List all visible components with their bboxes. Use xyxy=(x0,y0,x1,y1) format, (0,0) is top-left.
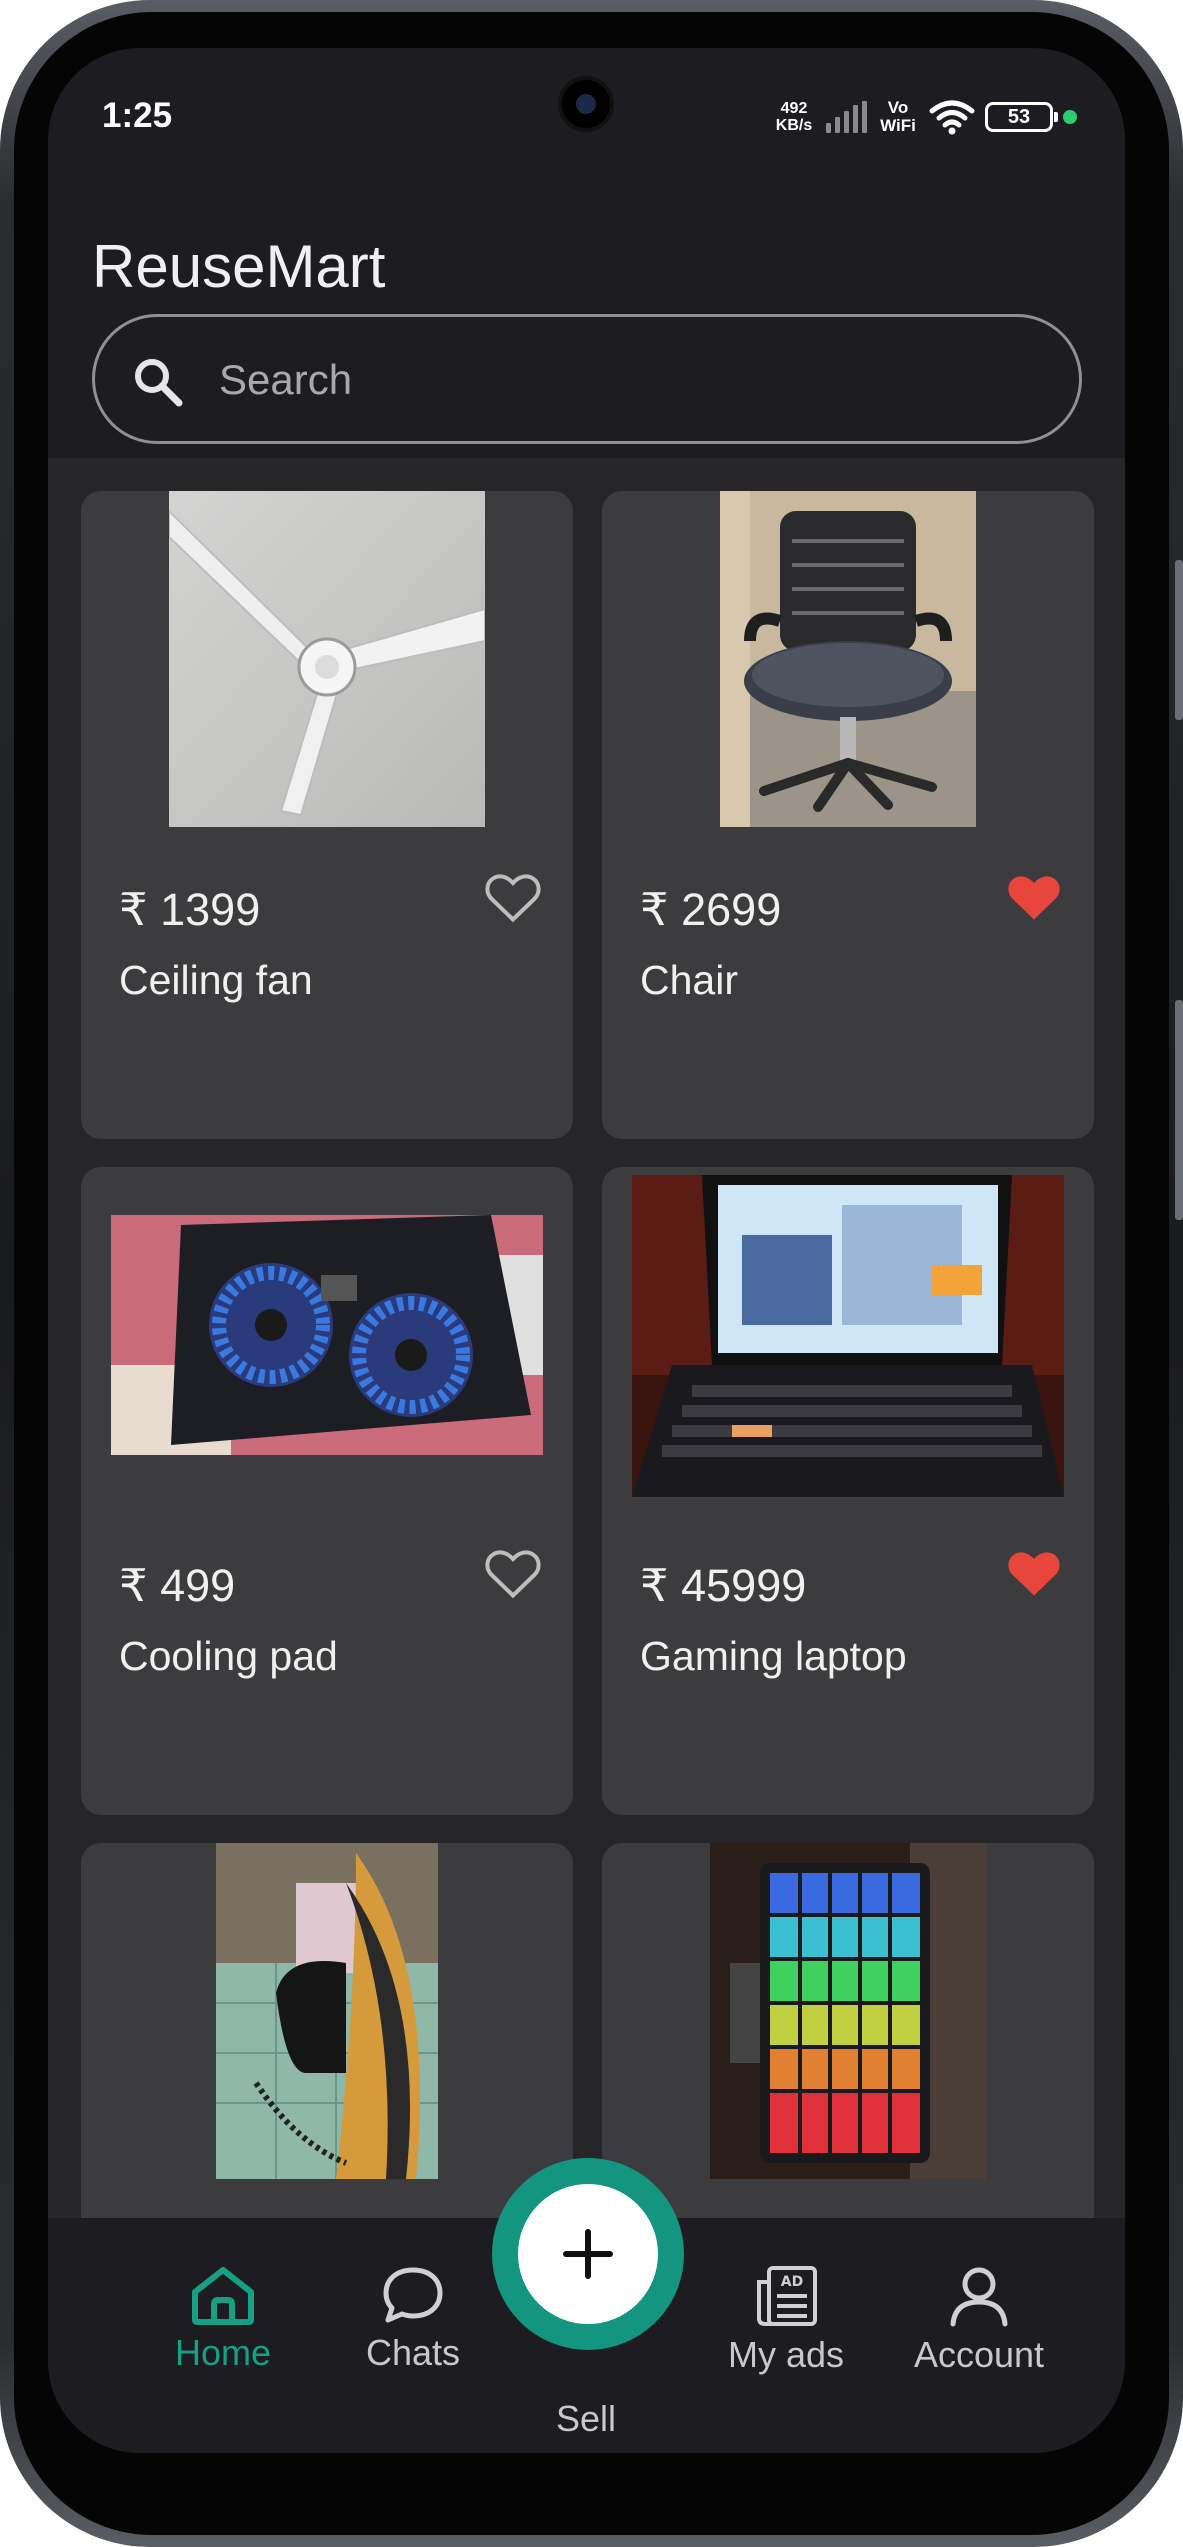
network-speed-value: 492 xyxy=(780,100,808,117)
home-icon xyxy=(192,2267,254,2325)
vowifi-top: Vo xyxy=(887,98,909,117)
search-input[interactable] xyxy=(219,347,1019,413)
volume-button xyxy=(1175,560,1183,720)
nav-chats[interactable]: Chats xyxy=(328,2264,498,2384)
product-title: Chair xyxy=(640,957,738,1003)
product-image xyxy=(216,1843,438,2179)
product-card-cooling-pad[interactable]: ₹ 499 Cooling pad xyxy=(81,1167,573,1815)
product-image xyxy=(720,491,976,827)
product-card-gaming-laptop[interactable]: ₹ 45999 Gaming laptop xyxy=(602,1167,1094,1815)
search-bar[interactable] xyxy=(92,314,1082,444)
product-card-ceiling-fan[interactable]: ₹ 1399 Ceiling fan xyxy=(81,491,573,1139)
product-price: ₹ 1399 xyxy=(119,884,261,935)
product-title: Gaming laptop xyxy=(640,1633,907,1679)
product-image xyxy=(710,1843,986,2179)
heart-filled-icon[interactable] xyxy=(1004,1545,1064,1601)
svg-text:AD: AD xyxy=(781,2274,803,2290)
signal-icon xyxy=(826,101,867,133)
nav-my-ads-label: My ads xyxy=(727,2334,845,2375)
network-speed-unit: KB/s xyxy=(775,117,813,134)
product-card-chair[interactable]: ₹ 2699 Chair xyxy=(602,491,1094,1139)
product-image xyxy=(169,491,485,827)
heart-outline-icon[interactable] xyxy=(483,869,543,925)
nav-home[interactable]: Home xyxy=(138,2264,308,2384)
status-icons: 492 KB/s Vo WiFi 53 xyxy=(772,92,1077,142)
status-time: 1:25 xyxy=(102,96,173,135)
vowifi-indicator: Vo WiFi xyxy=(877,99,919,135)
screen: 1:25 492 KB/s Vo WiFi 53 ReuseMart Searc… xyxy=(48,48,1125,2453)
sell-button[interactable] xyxy=(492,2158,684,2350)
nav-sell-label[interactable]: Sell xyxy=(511,2398,661,2440)
privacy-indicator-dot xyxy=(1063,110,1077,124)
product-title: Cooling pad xyxy=(119,1633,338,1679)
app-title: ReuseMart xyxy=(92,233,386,300)
network-speed: 492 KB/s xyxy=(772,100,816,134)
nav-my-ads[interactable]: AD My ads xyxy=(701,2264,871,2384)
nav-account-label: Account xyxy=(913,2334,1045,2375)
ads-newspaper-icon: AD xyxy=(757,2266,817,2326)
product-card-keyboard[interactable] xyxy=(602,1843,1094,2218)
nav-account[interactable]: Account xyxy=(894,2264,1064,2384)
product-grid: ₹ 1399 Ceiling fan ₹ 2699 Chair ₹ 499 Co… xyxy=(48,458,1125,2218)
product-card-iron[interactable] xyxy=(81,1843,573,2218)
app-header: ReuseMart xyxy=(48,188,1125,458)
wifi-icon xyxy=(929,99,975,135)
product-price: ₹ 499 xyxy=(119,1560,236,1611)
chat-bubble-icon xyxy=(383,2267,443,2323)
heart-filled-icon[interactable] xyxy=(1004,869,1064,925)
product-image xyxy=(111,1215,543,1455)
power-button xyxy=(1175,1000,1183,1220)
product-price: ₹ 45999 xyxy=(640,1560,807,1611)
plus-icon xyxy=(563,2229,613,2279)
nav-home-label: Home xyxy=(174,2332,272,2373)
vowifi-bottom: WiFi xyxy=(880,116,916,135)
battery-icon: 53 xyxy=(985,102,1058,132)
nav-chats-label: Chats xyxy=(365,2332,461,2373)
product-image xyxy=(632,1175,1064,1497)
front-camera xyxy=(558,76,614,132)
search-icon xyxy=(135,359,183,407)
status-bar: 1:25 492 KB/s Vo WiFi 53 xyxy=(48,48,1125,188)
account-person-icon xyxy=(950,2267,1008,2327)
phone-frame: 1:25 492 KB/s Vo WiFi 53 ReuseMart Searc… xyxy=(0,0,1183,2547)
heart-outline-icon[interactable] xyxy=(483,1545,543,1601)
product-price: ₹ 2699 xyxy=(640,884,782,935)
product-title: Ceiling fan xyxy=(119,957,313,1003)
